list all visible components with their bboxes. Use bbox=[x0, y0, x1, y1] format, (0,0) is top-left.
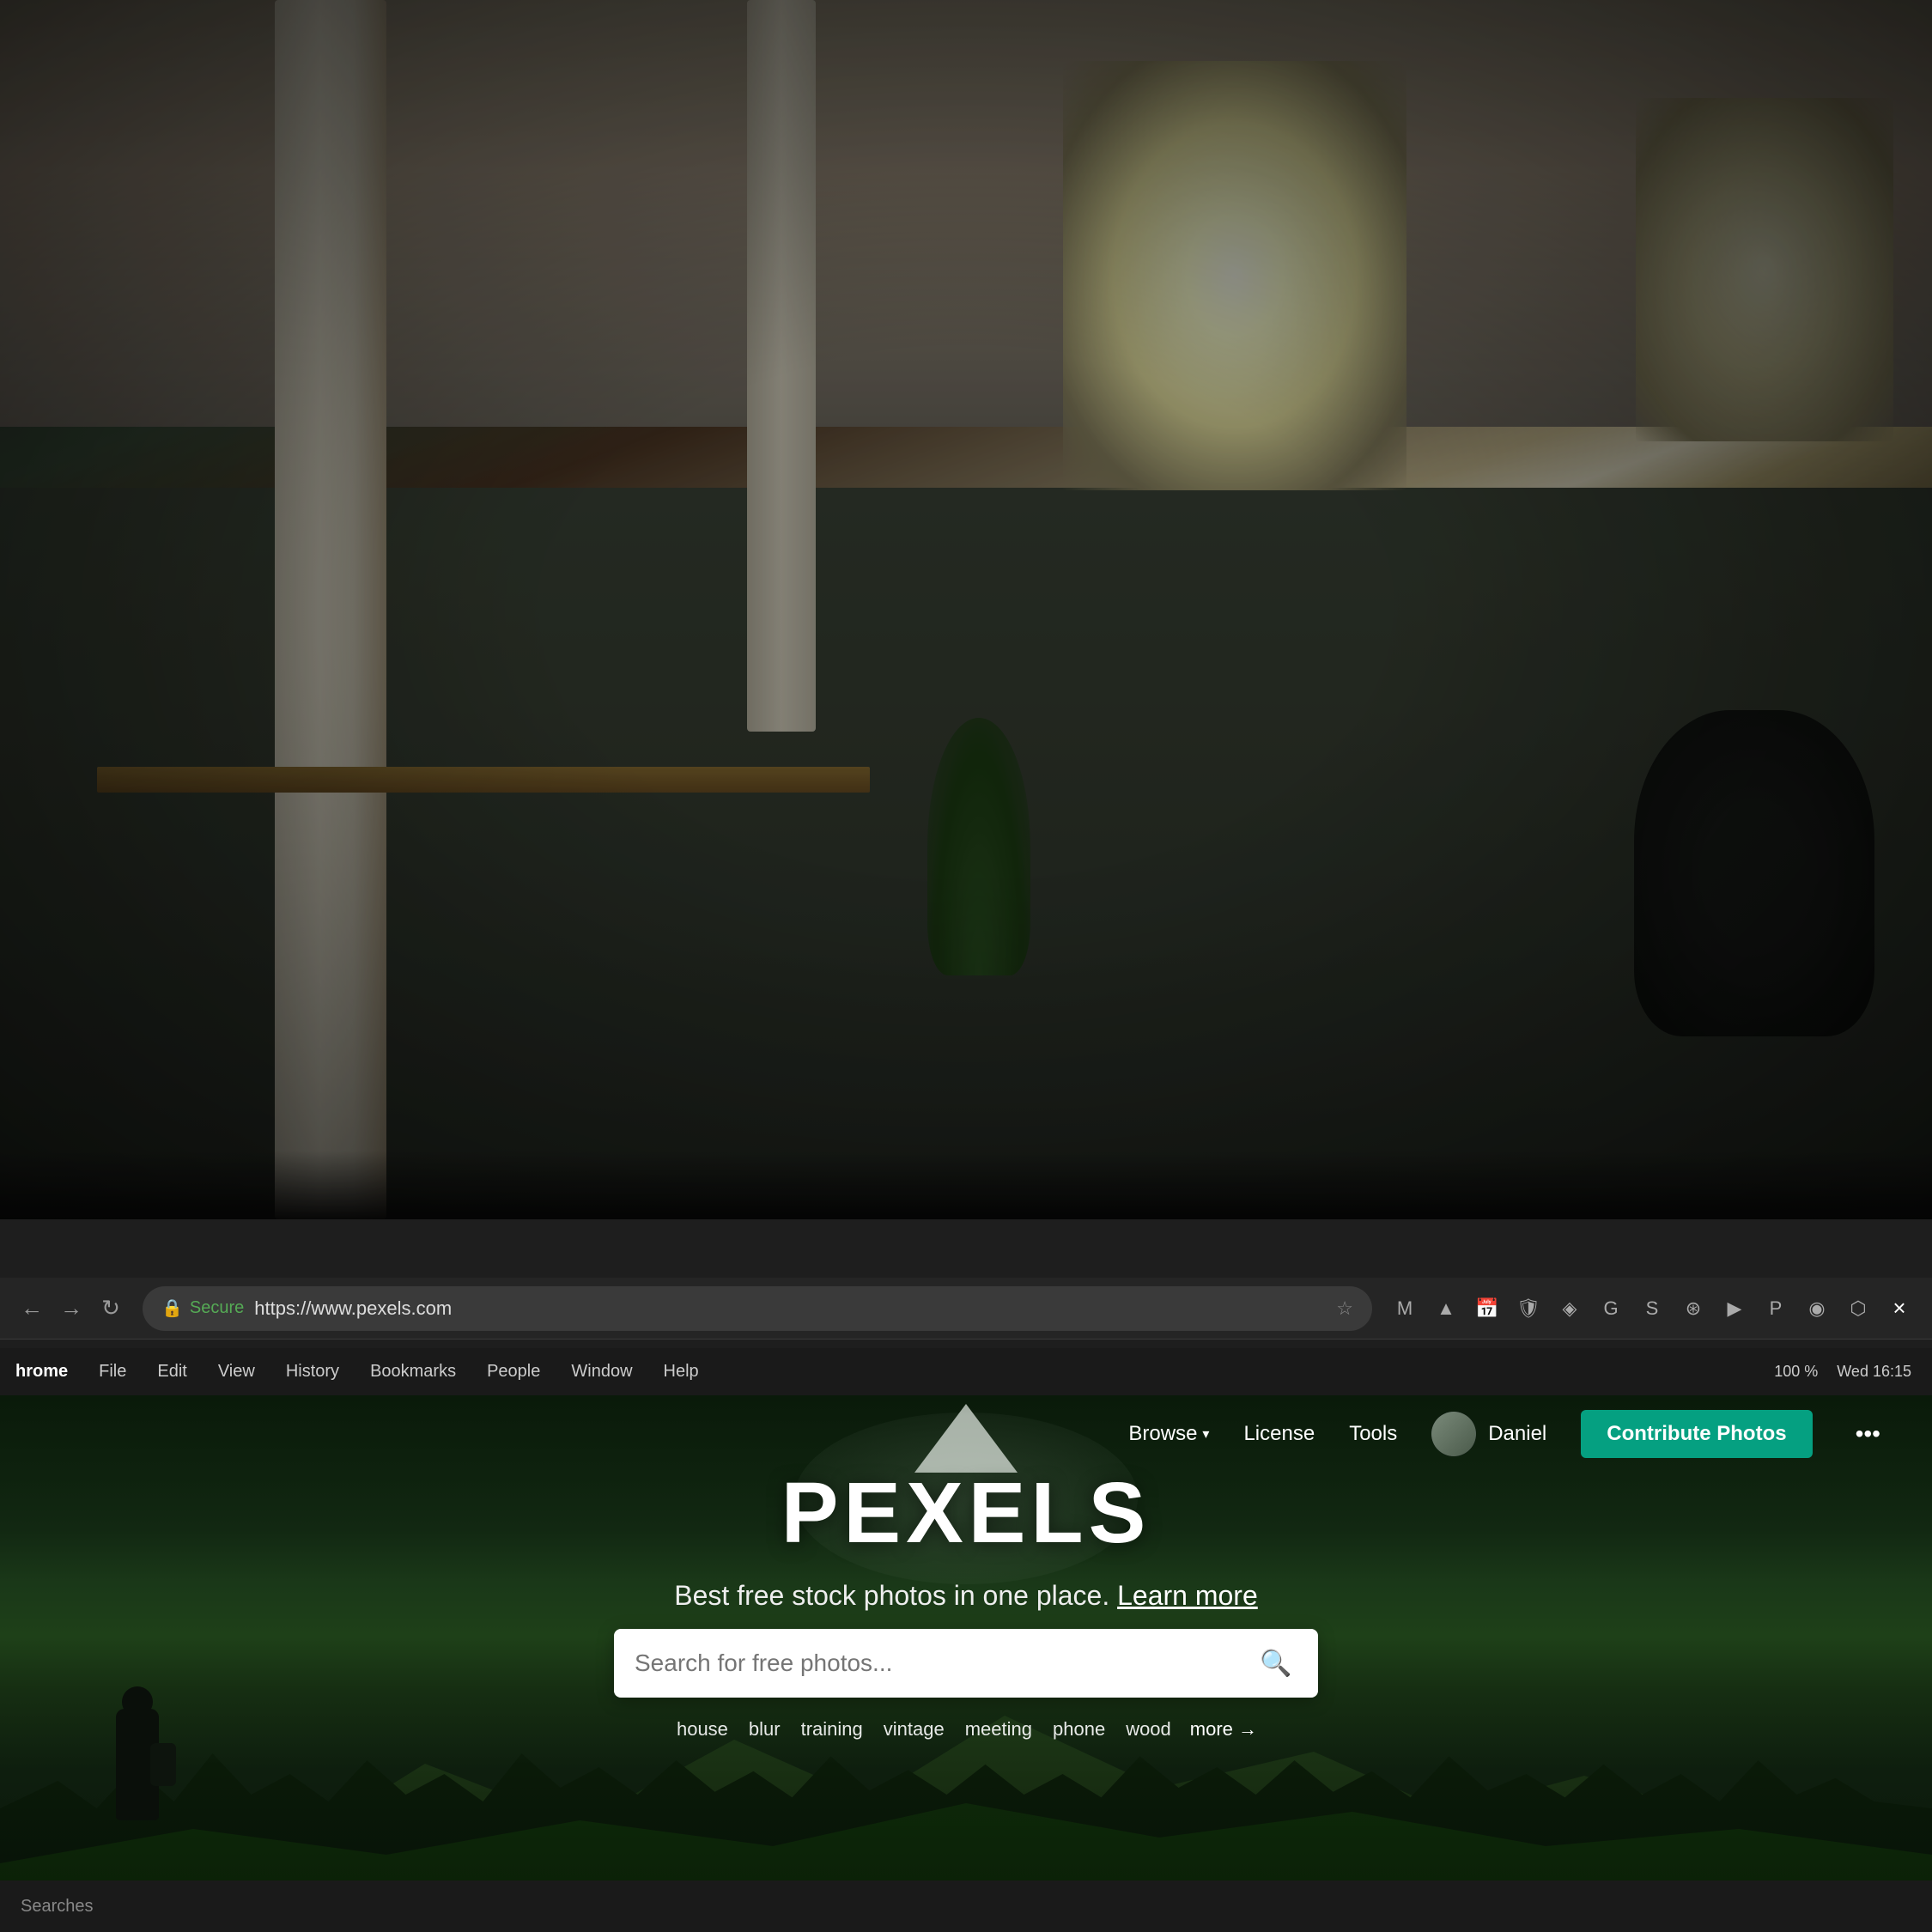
ext-1[interactable]: G bbox=[1592, 1290, 1630, 1327]
ext-gmail[interactable]: M bbox=[1386, 1290, 1424, 1327]
browse-chevron: ▾ bbox=[1202, 1425, 1209, 1443]
tag-meeting[interactable]: meeting bbox=[963, 1715, 1034, 1744]
browse-label: Browse bbox=[1128, 1422, 1197, 1446]
search-icon: 🔍 bbox=[1260, 1649, 1291, 1679]
ext-wifi[interactable]: ⊛ bbox=[1674, 1290, 1712, 1327]
menu-window[interactable]: Window bbox=[556, 1362, 647, 1382]
tag-house[interactable]: house bbox=[675, 1715, 730, 1744]
extension-bar: ← → ↻ 🔒 Secure https://www.pexels.com ☆ … bbox=[0, 1278, 1932, 1340]
nav-avatar[interactable] bbox=[1431, 1412, 1476, 1456]
menu-view[interactable]: View bbox=[203, 1362, 270, 1382]
star-icon[interactable]: ☆ bbox=[1336, 1297, 1353, 1320]
secure-badge: 🔒 Secure bbox=[161, 1297, 244, 1319]
menu-people[interactable]: People bbox=[471, 1362, 556, 1382]
menu-help[interactable]: Help bbox=[648, 1362, 714, 1382]
nav-user-area: Daniel bbox=[1431, 1412, 1546, 1456]
lock-icon: 🔒 bbox=[161, 1297, 183, 1319]
site-title: PEXELS bbox=[781, 1464, 1151, 1563]
more-tags[interactable]: more → bbox=[1190, 1715, 1257, 1744]
sys-tray: 100 % Wed 16:15 bbox=[1769, 1363, 1932, 1381]
ext-calendar[interactable]: 📅 bbox=[1468, 1290, 1506, 1327]
site-nav: Browse ▾ License Tools Daniel Contribute… bbox=[0, 1395, 1932, 1473]
nav-links: Browse ▾ License Tools Daniel Contribute… bbox=[1128, 1410, 1889, 1458]
secure-label: Secure bbox=[190, 1298, 244, 1318]
nav-username[interactable]: Daniel bbox=[1488, 1422, 1546, 1446]
menu-file[interactable]: File bbox=[83, 1362, 142, 1382]
battery-icon: 100 % bbox=[1769, 1363, 1823, 1381]
app-name: hrome bbox=[0, 1362, 83, 1382]
tools-label: Tools bbox=[1349, 1422, 1397, 1446]
clock: Wed 16:15 bbox=[1832, 1363, 1917, 1381]
nav-license[interactable]: License bbox=[1243, 1422, 1315, 1446]
nav-tools[interactable]: Tools bbox=[1349, 1422, 1397, 1446]
back-button[interactable]: ← bbox=[14, 1291, 50, 1327]
tag-vintage[interactable]: vintage bbox=[882, 1715, 946, 1744]
ext-dropbox[interactable]: ◈ bbox=[1551, 1290, 1589, 1327]
ext-skype[interactable]: S bbox=[1633, 1290, 1671, 1327]
search-button[interactable]: 🔍 bbox=[1255, 1642, 1297, 1685]
search-input[interactable] bbox=[635, 1649, 1242, 1677]
laptop-bezel-top bbox=[0, 1151, 1932, 1219]
ext-misc1[interactable]: ◉ bbox=[1798, 1290, 1836, 1327]
learn-more-link[interactable]: Learn more bbox=[1117, 1580, 1258, 1611]
person-backpack bbox=[150, 1743, 176, 1786]
contribute-button[interactable]: Contribute Photos bbox=[1581, 1410, 1812, 1458]
tag-phone[interactable]: phone bbox=[1051, 1715, 1107, 1744]
photo-vignette bbox=[0, 0, 1932, 1219]
website-content: Browse ▾ License Tools Daniel Contribute… bbox=[0, 1395, 1932, 1932]
license-label: License bbox=[1243, 1422, 1315, 1446]
ext-youtube[interactable]: ▶ bbox=[1716, 1290, 1753, 1327]
address-bar[interactable]: 🔒 Secure https://www.pexels.com ☆ bbox=[143, 1286, 1372, 1331]
nav-browse[interactable]: Browse ▾ bbox=[1128, 1422, 1209, 1446]
address-icons: ☆ bbox=[1336, 1297, 1353, 1320]
close-tab[interactable]: × bbox=[1880, 1290, 1918, 1327]
tag-blur[interactable]: blur bbox=[747, 1715, 782, 1744]
office-photo-background bbox=[0, 0, 1932, 1219]
menu-bookmarks[interactable]: Bookmarks bbox=[355, 1362, 471, 1382]
ext-shield[interactable]: 🛡 bbox=[1510, 1290, 1547, 1327]
avatar-image bbox=[1431, 1412, 1476, 1456]
ext-misc2[interactable]: ⬡ bbox=[1839, 1290, 1877, 1327]
menu-edit[interactable]: Edit bbox=[142, 1362, 202, 1382]
search-tags: house blur training vintage meeting phon… bbox=[614, 1715, 1318, 1744]
tag-wood[interactable]: wood bbox=[1124, 1715, 1173, 1744]
nav-more-button[interactable]: ••• bbox=[1847, 1420, 1889, 1448]
ext-pinterest[interactable]: P bbox=[1757, 1290, 1795, 1327]
menu-history[interactable]: History bbox=[270, 1362, 355, 1382]
hero-content: PEXELS Best free stock photos in one pla… bbox=[0, 1464, 1932, 1744]
refresh-button[interactable]: ↻ bbox=[93, 1291, 129, 1327]
url-text[interactable]: https://www.pexels.com bbox=[254, 1297, 452, 1320]
search-bar[interactable]: 🔍 bbox=[614, 1629, 1318, 1698]
browser-window: hrome File Edit View History Bookmarks P… bbox=[0, 1219, 1932, 1932]
tag-training[interactable]: training bbox=[799, 1715, 865, 1744]
bottom-bar: Searches bbox=[0, 1880, 1932, 1932]
forward-button[interactable]: → bbox=[53, 1291, 89, 1327]
ext-drive[interactable]: ▲ bbox=[1427, 1290, 1465, 1327]
bottom-bar-label: Searches bbox=[21, 1897, 94, 1917]
site-subtitle: Best free stock photos in one place. Lea… bbox=[674, 1580, 1258, 1612]
mac-menu-bar: hrome File Edit View History Bookmarks P… bbox=[0, 1348, 1932, 1395]
